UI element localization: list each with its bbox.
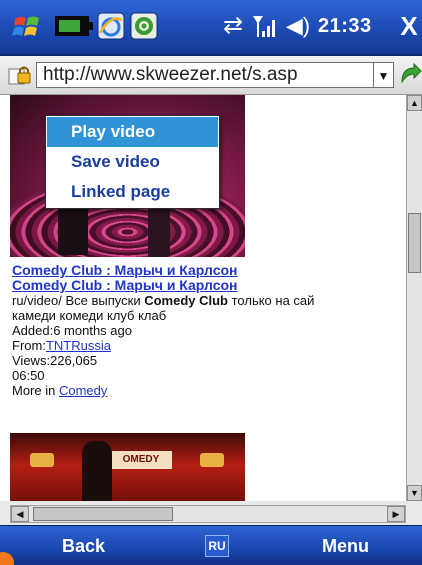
performer-silhouette	[82, 441, 112, 501]
go-icon[interactable]	[398, 62, 422, 88]
menu-softkey[interactable]: Menu	[322, 534, 369, 558]
description-text: только на сай	[228, 293, 315, 308]
horizontal-scroll-thumb[interactable]	[33, 507, 173, 521]
context-menu[interactable]: Play video Save video Linked page	[45, 115, 220, 209]
video-thumbnail-2[interactable]: OMEDY	[10, 433, 245, 501]
clock[interactable]: 21:33	[318, 14, 372, 38]
stage-light	[30, 453, 54, 467]
added-date: Added:6 months ago	[12, 323, 132, 338]
stage-sign: OMEDY	[110, 451, 172, 469]
url-dropdown-button[interactable]: ▼	[374, 62, 394, 88]
description-keyword: Comedy Club	[144, 293, 228, 308]
menu-item-linked-page[interactable]: Linked page	[47, 177, 218, 207]
video-description: ru/video/ Все выпуски Comedy Club только…	[12, 293, 406, 308]
scroll-up-button[interactable]: ▲	[407, 95, 422, 111]
description-text: ru/video/ Все выпуски	[12, 293, 145, 308]
sync-icon[interactable]: ⇄	[220, 12, 246, 40]
scroll-right-button[interactable]: ▶	[387, 506, 405, 522]
video-duration: 06:50	[12, 368, 45, 383]
battery-icon	[55, 16, 93, 36]
video-title-link[interactable]: Comedy Club : Марыч и Карлсон	[12, 277, 238, 293]
close-button[interactable]: X	[396, 12, 422, 40]
scroll-left-button[interactable]: ◀	[11, 506, 29, 522]
source-line: From:TNTRussia	[12, 338, 406, 353]
from-label: From:	[12, 338, 46, 353]
back-softkey[interactable]: Back	[62, 534, 105, 558]
description-line-2: камеди комеди клуб клаб	[12, 308, 167, 323]
more-in-line: More in Comedy	[12, 383, 406, 398]
vertical-scroll-thumb[interactable]	[408, 213, 421, 273]
view-count: Views:226,065	[12, 353, 98, 368]
video-details: Comedy Club : Марыч и Карлсон Comedy Clu…	[12, 262, 406, 399]
url-input[interactable]: http://www.skweezer.net/s.asp	[36, 62, 374, 88]
msn-icon[interactable]	[130, 12, 158, 40]
input-language-indicator[interactable]: RU	[205, 535, 229, 557]
video-title-link[interactable]: Comedy Club : Марыч и Карлсон	[12, 262, 238, 278]
volume-icon[interactable]: ◀)	[284, 12, 312, 40]
softkey-bar: Back RU Menu	[0, 525, 422, 565]
web-page-content[interactable]: Play video Save video Linked page Comedy…	[0, 95, 406, 501]
horizontal-scrollbar[interactable]: ◀ ▶	[10, 505, 406, 523]
menu-item-play-video[interactable]: Play video	[47, 117, 218, 147]
more-label: More in	[12, 383, 59, 398]
internet-explorer-icon[interactable]	[97, 12, 125, 40]
category-link[interactable]: Comedy	[59, 383, 107, 398]
stage-light	[200, 453, 224, 467]
pocket-ie-window: ⇄ ◀) 21:33 X http://www.skweezer.net/s.a…	[0, 0, 422, 565]
page-lock-icon	[6, 64, 32, 86]
vertical-scrollbar[interactable]: ▲ ▼	[406, 95, 422, 501]
signal-icon[interactable]	[250, 12, 276, 40]
windows-start-icon[interactable]	[12, 12, 42, 40]
status-bar: ⇄ ◀) 21:33 X	[0, 0, 422, 56]
scroll-down-button[interactable]: ▼	[407, 485, 422, 501]
source-channel-link[interactable]: TNTRussia	[46, 338, 111, 353]
address-bar: http://www.skweezer.net/s.asp ▼	[0, 56, 422, 95]
menu-item-save-video[interactable]: Save video	[47, 147, 218, 177]
